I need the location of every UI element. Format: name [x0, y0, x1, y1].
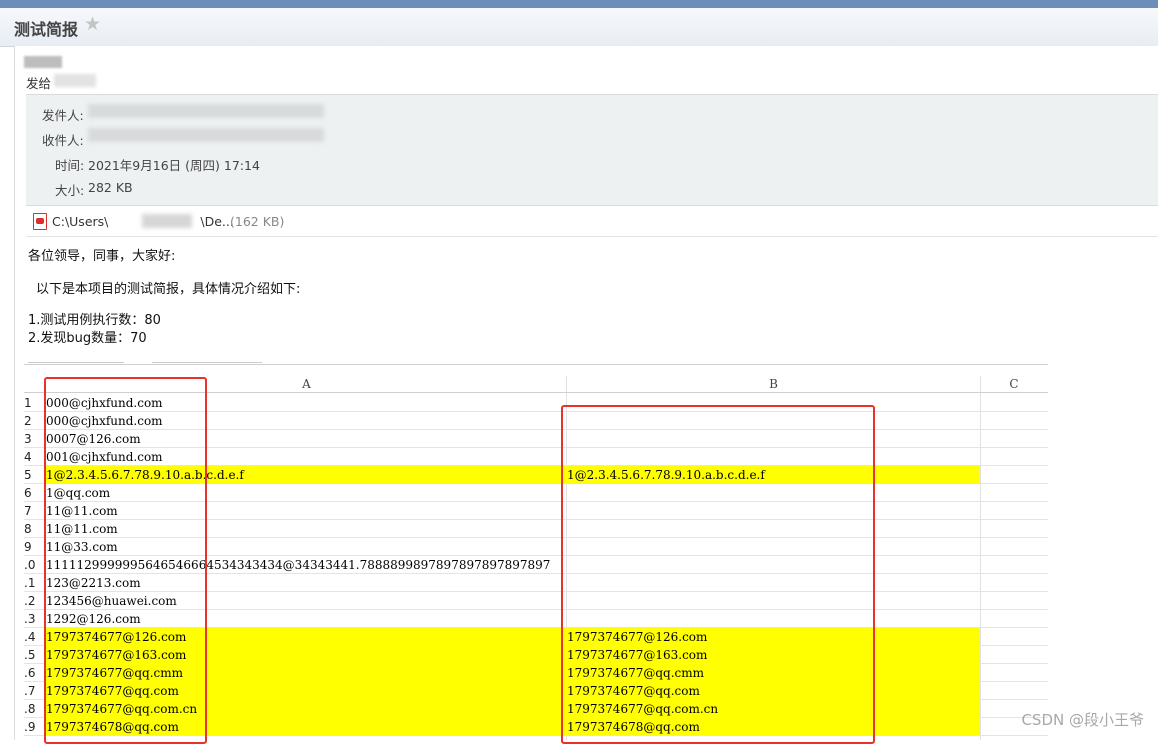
row-number[interactable]: .5 — [24, 648, 44, 662]
row-number[interactable]: 1 — [24, 396, 44, 410]
bug-count-text: 2.发现bug数量：70 — [28, 331, 147, 346]
send-to-label: 发给 — [26, 76, 52, 91]
row-number[interactable]: 5 — [24, 468, 44, 482]
case-count-text: 1.测试用例执行数：80 — [28, 313, 161, 328]
row-number[interactable]: .7 — [24, 684, 44, 698]
row-number[interactable]: .1 — [24, 576, 44, 590]
row-number[interactable]: .2 — [24, 594, 44, 608]
column-a-annotation-box — [44, 377, 207, 744]
greeting-text: 各位领导，同事，大家好: — [28, 249, 176, 264]
send-to-redacted — [54, 74, 96, 87]
row-number[interactable]: 7 — [24, 504, 44, 518]
pdf-file-icon[interactable] — [33, 213, 47, 230]
row-number[interactable]: 8 — [24, 522, 44, 536]
intro-text: 以下是本项目的测试简报，具体情况介绍如下: — [36, 282, 301, 297]
size-value: 282 KB — [88, 180, 133, 195]
row-number[interactable]: 4 — [24, 450, 44, 464]
row-number[interactable]: 2 — [24, 414, 44, 428]
row-number[interactable]: .4 — [24, 630, 44, 644]
row-number[interactable]: .6 — [24, 666, 44, 680]
star-icon[interactable]: ★ — [84, 13, 101, 35]
row-number[interactable]: 3 — [24, 432, 44, 446]
attachment-path-redacted — [142, 214, 192, 228]
sheet-toolbar-divider-1 — [28, 362, 124, 363]
row-number[interactable]: .0 — [24, 558, 44, 572]
watermark: CSDN @段小王爷 — [1021, 711, 1144, 729]
title-bar: 测试简报 ★ — [0, 8, 1158, 47]
time-label: 时间: — [55, 158, 85, 173]
column-header-c[interactable]: C — [980, 376, 1048, 392]
to-redacted — [88, 128, 324, 142]
to-label: 收件人: — [42, 133, 84, 148]
mail-subject: 测试简报 — [14, 20, 79, 39]
sheet-toolbar-divider-2 — [152, 362, 262, 363]
row-number[interactable]: 9 — [24, 540, 44, 554]
time-value: 2021年9月16日 (周四) 17:14 — [88, 158, 260, 173]
column-b-annotation-box — [561, 405, 875, 744]
size-label: 大小: — [55, 183, 85, 198]
from-redacted — [88, 104, 324, 118]
row-number[interactable]: .9 — [24, 720, 44, 734]
attachment-size: (162 KB) — [230, 214, 285, 229]
from-label: 发件人: — [42, 108, 84, 123]
window-top-strip — [0, 0, 1158, 8]
column-header-b[interactable]: B — [567, 376, 980, 392]
sheet-top-border — [24, 364, 1048, 365]
row-number[interactable]: 6 — [24, 486, 44, 500]
sender-name-redacted — [24, 56, 62, 68]
row-number[interactable]: .3 — [24, 612, 44, 626]
row-number[interactable]: .8 — [24, 702, 44, 716]
